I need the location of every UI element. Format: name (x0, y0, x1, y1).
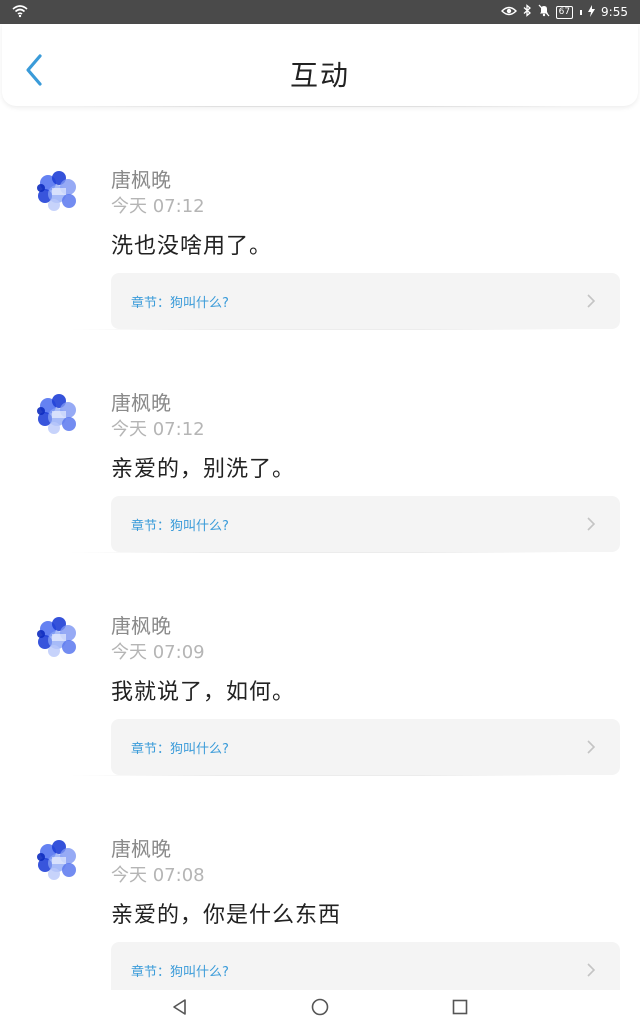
chevron-right-icon (587, 294, 596, 308)
divider (70, 106, 570, 107)
status-time: 9:55 (601, 5, 628, 19)
bluetooth-icon (523, 4, 532, 20)
mute-bell-icon (538, 4, 550, 20)
comment-text: 我就说了，如何。 (111, 680, 296, 705)
comment-time: 今天 07:09 (111, 642, 205, 663)
chapter-link[interactable]: 章节：狗叫什么? (111, 942, 620, 990)
divider (70, 552, 570, 553)
user-name[interactable]: 唐枫晚 (111, 610, 171, 639)
comment-time: 今天 07:08 (111, 865, 205, 886)
avatar[interactable] (34, 837, 80, 883)
comment-time: 今天 07:12 (111, 196, 205, 217)
chapter-label: 章节：狗叫什么? (131, 519, 229, 534)
comment-text: 亲爱的，你是什么东西 (111, 903, 342, 928)
user-name[interactable]: 唐枫晚 (111, 833, 171, 862)
battery-tip (580, 9, 583, 15)
nav-back-button[interactable] (169, 996, 191, 1018)
chapter-label: 章节：狗叫什么? (131, 296, 229, 311)
avatar[interactable] (34, 614, 80, 660)
eye-icon (500, 5, 517, 20)
avatar[interactable] (34, 391, 80, 437)
comment-item: 唐枫晚 今天 07:12 亲爱的，别洗了。 章节：狗叫什么? (0, 329, 640, 552)
wifi-icon (12, 4, 28, 21)
circle-home-icon (311, 998, 329, 1016)
comment-time: 今天 07:12 (111, 419, 205, 440)
system-nav-bar (0, 990, 640, 1024)
page-title: 互动 (289, 59, 350, 92)
nav-recents-button[interactable] (449, 996, 471, 1018)
user-name[interactable]: 唐枫晚 (111, 164, 171, 193)
square-recents-icon (452, 999, 468, 1015)
chapter-link[interactable]: 章节：狗叫什么? (111, 496, 620, 552)
triangle-back-icon (173, 999, 186, 1015)
nav-home-button[interactable] (309, 996, 331, 1018)
chapter-label: 章节：狗叫什么? (131, 742, 229, 757)
comment-item: 唐枫晚 今天 07:12 洗也没啥用了。 章节：狗叫什么? (0, 106, 640, 329)
avatar[interactable] (34, 168, 80, 214)
user-name[interactable]: 唐枫晚 (111, 387, 171, 416)
battery-level: 67 (558, 6, 571, 17)
divider (70, 775, 570, 776)
comment-item: 唐枫晚 今天 07:09 我就说了，如何。 章节：狗叫什么? (0, 552, 640, 775)
comment-text: 亲爱的，别洗了。 (111, 457, 296, 482)
status-bar: 67 9:55 (0, 0, 640, 24)
comment-item: 唐枫晚 今天 07:08 亲爱的，你是什么东西 章节：狗叫什么? (0, 775, 640, 990)
battery-indicator: 67 (555, 5, 574, 19)
comment-text: 洗也没啥用了。 (111, 234, 273, 259)
app-header: 互动 (2, 24, 638, 106)
chapter-label: 章节：狗叫什么? (131, 965, 229, 980)
chevron-right-icon (587, 740, 596, 754)
chevron-right-icon (587, 963, 596, 977)
chapter-link[interactable]: 章节：狗叫什么? (111, 719, 620, 775)
comment-feed[interactable]: 唐枫晚 今天 07:12 洗也没啥用了。 章节：狗叫什么? 唐枫晚 今天 07:… (0, 106, 640, 990)
chapter-link[interactable]: 章节：狗叫什么? (111, 273, 620, 329)
chevron-right-icon (587, 517, 596, 531)
charging-icon (588, 4, 596, 20)
divider (70, 329, 570, 330)
